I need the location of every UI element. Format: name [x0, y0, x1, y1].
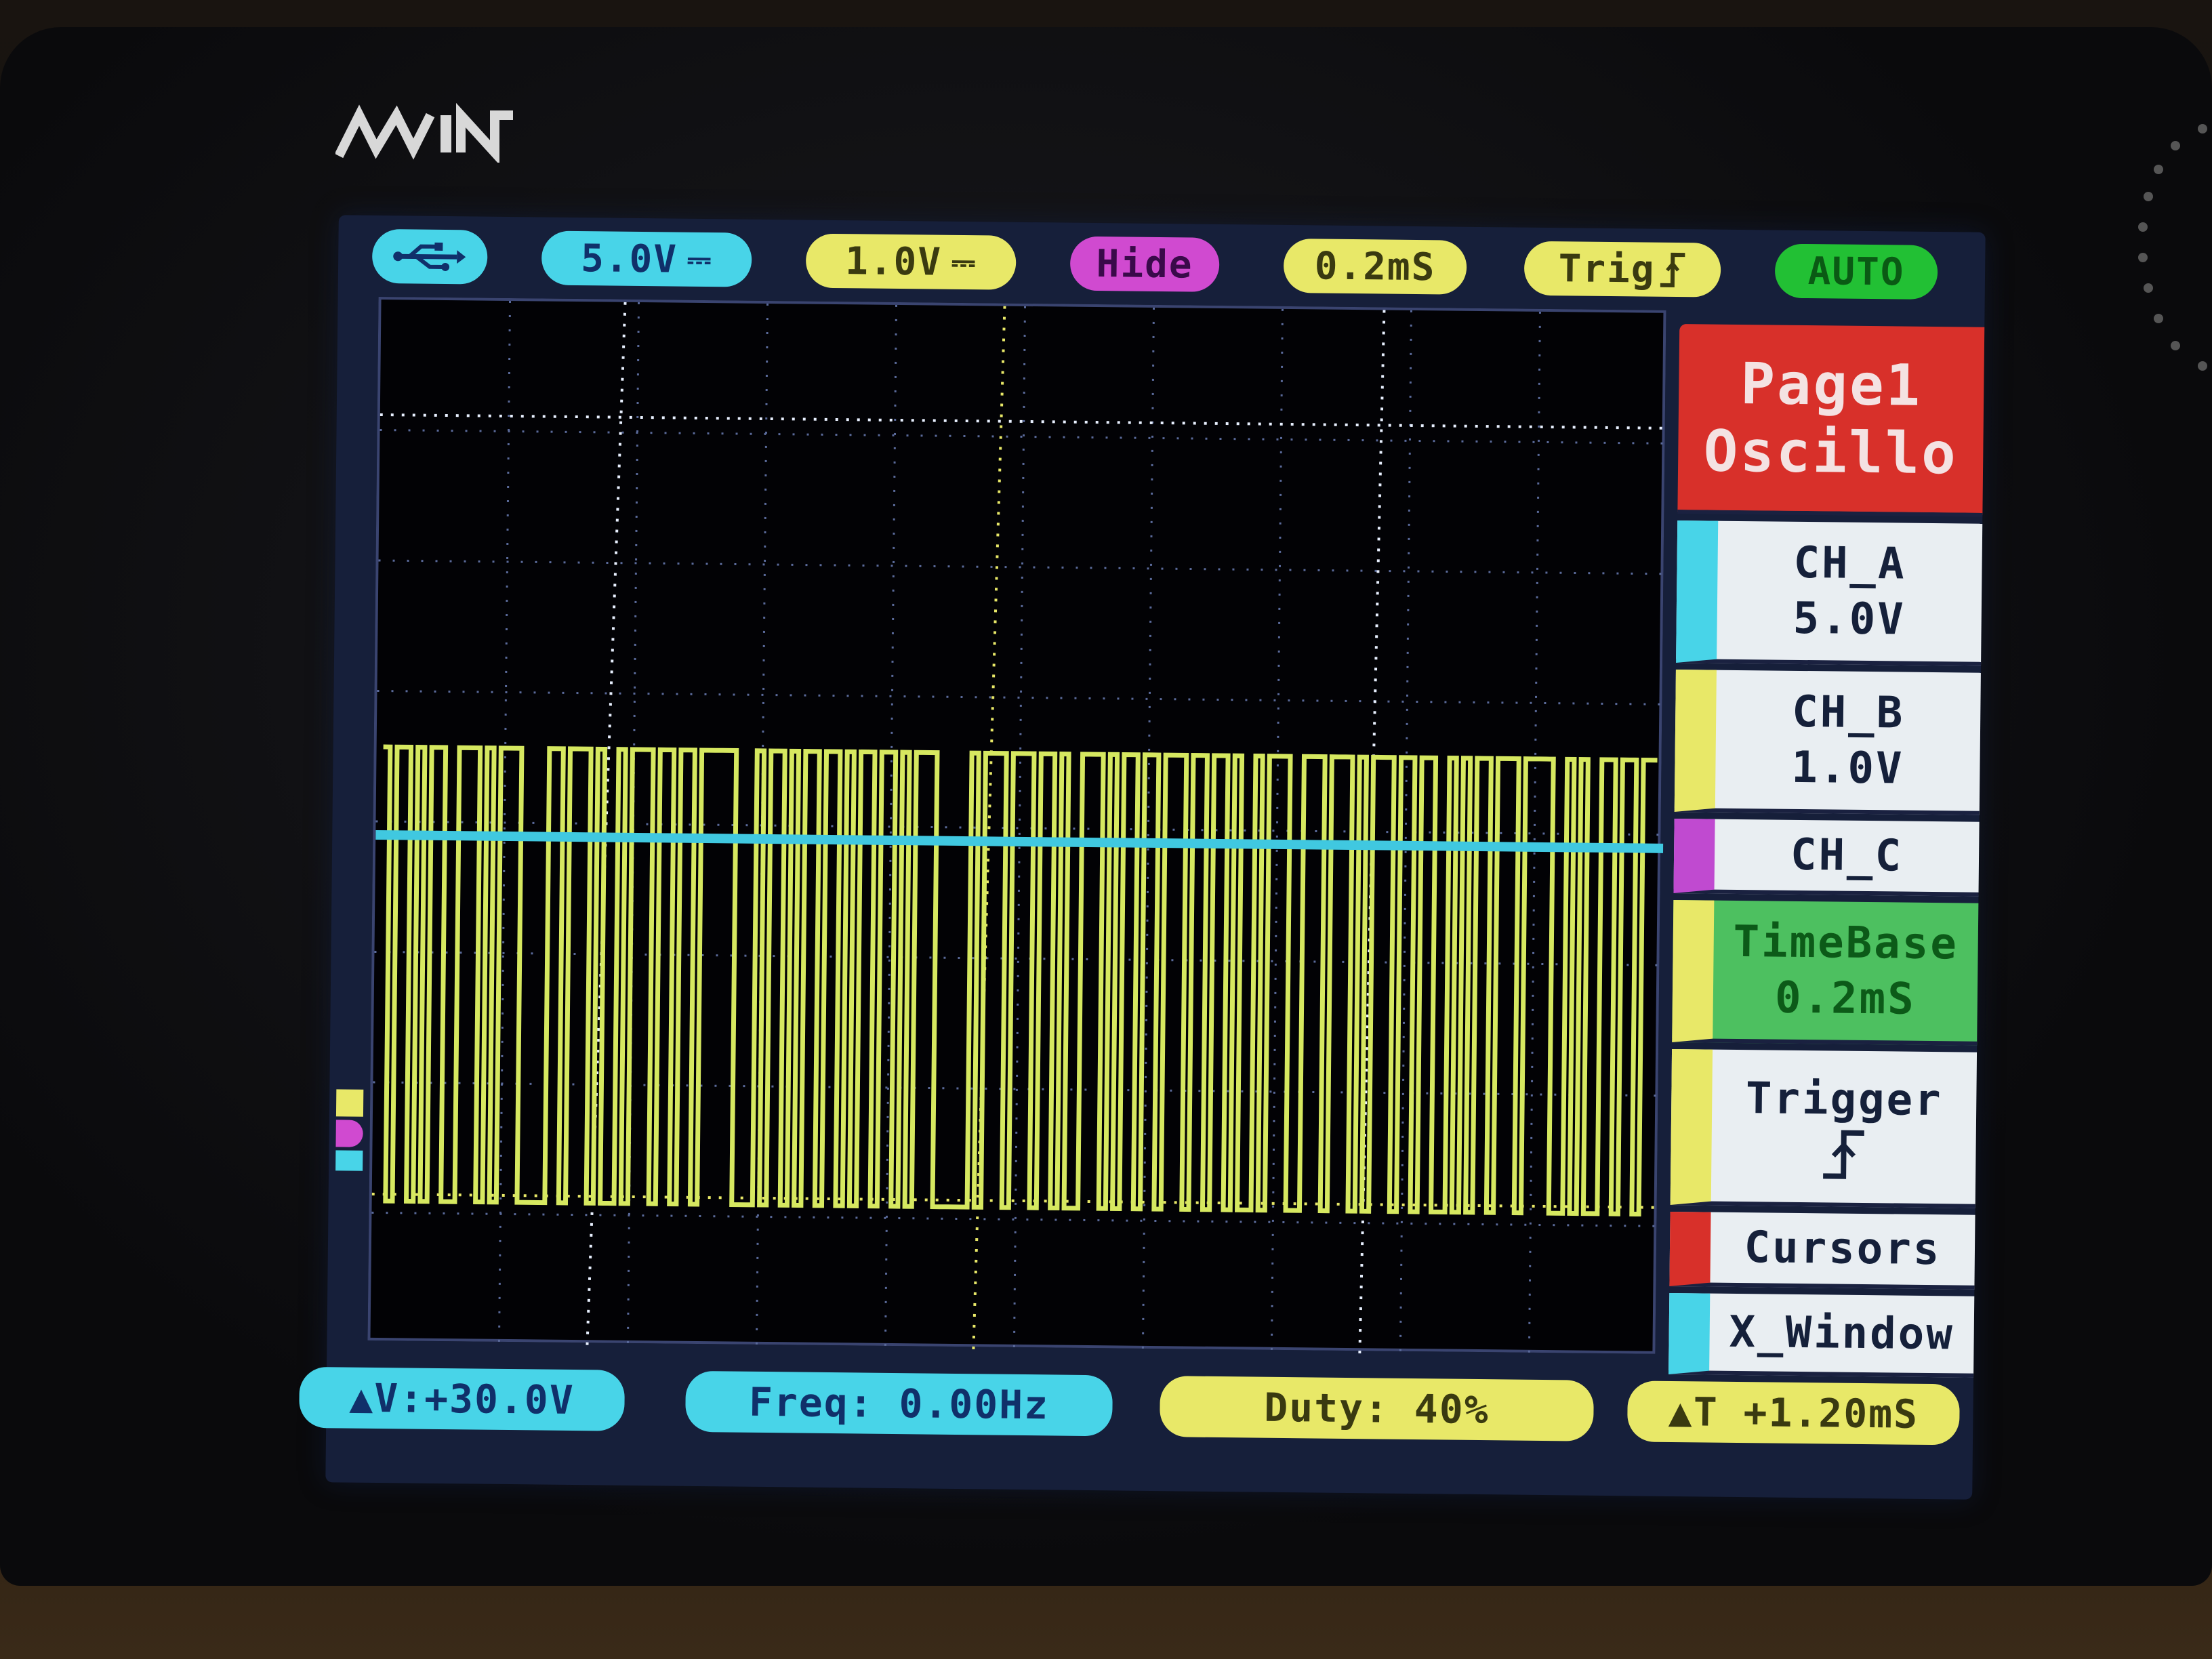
menu-oscillo-label: Oscillo [1703, 417, 1959, 487]
rising-edge-icon [1823, 1130, 1864, 1179]
delta-v-label: ▲V:+30.0V [349, 1374, 575, 1424]
menu-timebase-label: TimeBase [1733, 916, 1959, 970]
ch-b-scale-label: 1.0V [844, 239, 943, 285]
menu-x-window[interactable]: X_Window [1668, 1292, 1975, 1378]
ch-c-marker [335, 1120, 363, 1147]
oscilloscope-device: 5.0V ⎓ 1.0V ⎓ Hide 0.2mS Trig AUTO Page1… [0, 27, 2212, 1586]
mode-button[interactable]: AUTO [1774, 243, 1938, 300]
menu-cursors[interactable]: Cursors [1669, 1211, 1975, 1290]
menu-timebase-value: 0.2mS [1774, 972, 1917, 1025]
trigger-label: Trig [1558, 246, 1656, 292]
ch-c-state-button[interactable]: Hide [1069, 236, 1220, 292]
delta-t-label: ▲T +1.20mS [1668, 1388, 1919, 1437]
ch-a-scale-button[interactable]: 5.0V ⎓ [541, 230, 752, 287]
menu-page1-label: Page1 [1740, 350, 1923, 419]
menu-ch-b[interactable]: CH_B 1.0V [1674, 670, 1981, 815]
ch-c-state-label: Hide [1096, 241, 1193, 287]
menu-ch-a-label: CH_A [1793, 537, 1907, 590]
menu-trigger[interactable]: Trigger [1670, 1048, 1978, 1208]
menu-trigger-label: Trigger [1745, 1073, 1944, 1126]
ch-markers [335, 1089, 370, 1178]
duty-label: Duty: 40% [1264, 1384, 1490, 1433]
menu-ch-b-label: CH_B [1791, 687, 1905, 739]
trigger-button[interactable]: Trig [1523, 241, 1721, 298]
menu-ch-c-label: CH_C [1790, 830, 1904, 882]
rising-edge-icon [1660, 252, 1685, 287]
freq-label: Freq: 0.00Hz [748, 1378, 1050, 1429]
timebase-label: 0.2mS [1314, 243, 1436, 289]
delta-t-readout[interactable]: ▲T +1.20mS [1627, 1380, 1960, 1446]
usb-status[interactable] [371, 228, 488, 285]
menu-ch-c[interactable]: CH_C [1673, 819, 1980, 897]
grid-line-horizontal [371, 1211, 1660, 1227]
speaker-grille [2138, 124, 2207, 371]
ch-b-trace [383, 744, 1658, 1217]
dc-coupling-icon: ⎓ [951, 245, 977, 280]
dc-coupling-icon: ⎓ [687, 242, 713, 277]
ch-b-marker [335, 1089, 364, 1117]
delta-v-readout[interactable]: ▲V:+30.0V [299, 1366, 626, 1431]
ch-a-scale-label: 5.0V [580, 236, 678, 282]
mode-label: AUTO [1807, 249, 1905, 295]
grid-line-vertical [1012, 306, 1027, 1350]
lcd-screen: 5.0V ⎓ 1.0V ⎓ Hide 0.2mS Trig AUTO Page1… [299, 215, 1986, 1500]
grid-line-horizontal [377, 689, 1665, 705]
menu-x-window-label: X_Window [1729, 1307, 1955, 1360]
menu-ch-a[interactable]: CH_A 5.0V [1676, 520, 1983, 666]
waveform-svg [371, 300, 1668, 1355]
freq-readout[interactable]: Freq: 0.00Hz [685, 1370, 1113, 1437]
menu-timebase[interactable]: TimeBase 0.2mS [1672, 900, 1979, 1046]
brand-logo [335, 102, 513, 163]
usb-icon [393, 242, 466, 271]
grid-line-vertical [1528, 311, 1541, 1355]
timebase-button[interactable]: 0.2mS [1283, 238, 1467, 295]
grid-line-horizontal [380, 428, 1668, 445]
side-menu: Page1 Oscillo CH_A 5.0V CH_B 1.0V CH_C T… [1668, 324, 1985, 1385]
ch-a-marker [335, 1150, 363, 1171]
menu-cursors-label: Cursors [1744, 1223, 1942, 1275]
duty-readout[interactable]: Duty: 40% [1160, 1376, 1594, 1441]
menu-ch-b-value: 1.0V [1790, 742, 1904, 794]
menu-ch-a-value: 5.0V [1793, 593, 1906, 645]
ch-b-scale-button[interactable]: 1.0V ⎓ [805, 233, 1017, 290]
waveform-display [367, 296, 1668, 1355]
menu-page1-oscillo[interactable]: Page1 Oscillo [1677, 324, 1985, 517]
